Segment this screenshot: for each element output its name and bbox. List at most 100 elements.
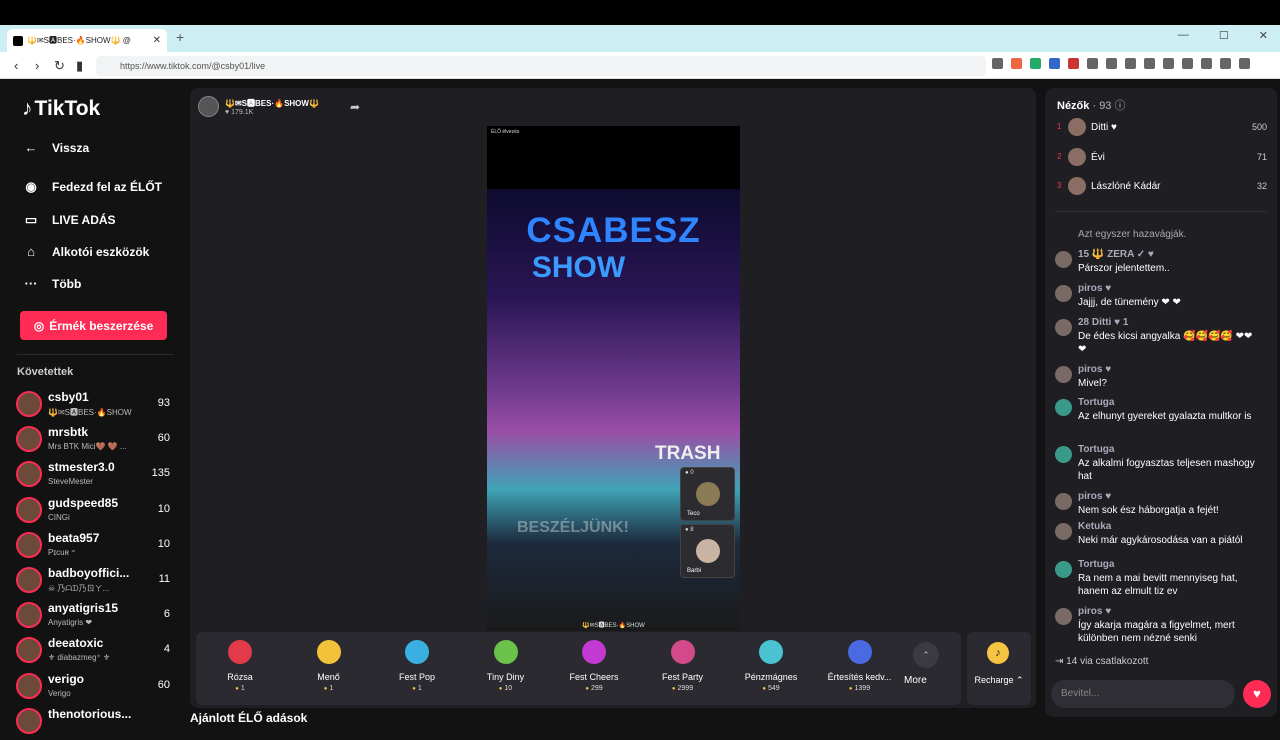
- chat-text: Az elhunyt gyereket gyalazta multkor is: [1078, 411, 1252, 422]
- guest-tile[interactable]: ● 8 Barbi: [680, 524, 735, 578]
- more-gifts-button[interactable]: ⌃: [913, 642, 939, 668]
- gift-icon: [582, 640, 606, 664]
- top-viewer-row[interactable]: 3 Lászlóné Kádár 32: [1057, 175, 1267, 197]
- following-name: gudspeed85: [48, 495, 119, 510]
- following-item[interactable]: csby01 🔱✉S🅰BES·🔥SHOW 93: [16, 389, 174, 423]
- extension-icon[interactable]: [1106, 58, 1117, 69]
- live-stage: 🔱✉S🅰BES·🔥SHOW🔱 ♥ 179.1K ➦ ÉLŐ élvezés CS…: [190, 88, 1036, 708]
- gift-icon: [228, 640, 252, 664]
- viewers-count: · 93: [1092, 100, 1112, 112]
- gift-icon: [847, 640, 872, 664]
- info-icon[interactable]: ⓘ: [1115, 100, 1126, 112]
- gift-item[interactable]: Rózsa 1: [196, 632, 284, 705]
- new-tab-button[interactable]: +: [176, 29, 184, 45]
- guest-count-value: 8: [690, 527, 694, 533]
- chat-input[interactable]: Bevitel...: [1051, 680, 1235, 708]
- get-coins-button[interactable]: ◎ Érmék beszerzése: [20, 311, 167, 340]
- rank: 1: [1057, 122, 1062, 131]
- following-item[interactable]: mrsbtk Mrs BTK Mici🤎 🤎 ... 60: [16, 424, 174, 458]
- chat-username: Tortuga: [1078, 397, 1115, 408]
- extension-icon[interactable]: [1125, 58, 1136, 69]
- forward-icon[interactable]: ›: [35, 58, 39, 73]
- sidebar-icon[interactable]: [1182, 58, 1193, 69]
- gift-icon: [493, 640, 518, 664]
- following-item[interactable]: gudspeed85 CINGi 10: [16, 495, 174, 529]
- close-tab-icon[interactable]: ✕: [153, 35, 161, 46]
- following-item[interactable]: stmester3.0 SteveMester 135: [16, 459, 174, 493]
- following-name: beata957: [48, 530, 100, 545]
- gift-item[interactable]: Fest Pop 1: [373, 632, 461, 705]
- recharge-button[interactable]: ♪ Recharge ⌃: [967, 632, 1031, 705]
- gift-item[interactable]: Fest Cheers 299: [550, 632, 638, 705]
- minimize-icon[interactable]: —: [1178, 29, 1189, 42]
- gift-item[interactable]: Tiny Diny 10: [462, 632, 550, 705]
- top-viewer-row[interactable]: 1 Ditti ♥ 500: [1057, 116, 1267, 138]
- avatar: [1068, 118, 1086, 136]
- like-heart-button[interactable]: ♥: [1243, 680, 1271, 708]
- following-item[interactable]: deeatoxic ⚜ diabazmeg⁺ ⚜ 4: [16, 635, 174, 669]
- menu-creator-tools[interactable]: ⌂ Alkotói eszközök: [22, 244, 149, 259]
- following-item[interactable]: beata957 Pɪcuʀ ⁼ 10: [16, 530, 174, 564]
- gift-price: 1: [196, 685, 284, 692]
- following-item[interactable]: thenotorious...: [16, 706, 174, 740]
- back-icon[interactable]: ‹: [14, 58, 18, 73]
- translate-icon[interactable]: [1049, 58, 1060, 69]
- viewer-count: 135: [151, 467, 170, 480]
- top-viewer-row[interactable]: 2 Évi 71: [1057, 146, 1267, 168]
- avatar: [16, 672, 42, 699]
- host-likes-value: 179.1K: [231, 108, 254, 116]
- viewer-score: 500: [1251, 122, 1267, 132]
- extension-icon[interactable]: [1068, 58, 1079, 69]
- bookmark-icon[interactable]: ▮: [76, 58, 83, 74]
- following-name: badboyoffici...: [48, 566, 130, 580]
- vpn-icon[interactable]: [1220, 58, 1231, 69]
- host-info[interactable]: 🔱✉S🅰BES·🔥SHOW🔱 ♥ 179.1K: [198, 96, 319, 117]
- gift-icon: [316, 640, 341, 664]
- following-subtitle: Pɪcuʀ ⁼: [48, 547, 76, 557]
- back-link[interactable]: ← Vissza: [22, 140, 90, 155]
- coin-icon: ◎: [33, 318, 45, 333]
- close-window-icon[interactable]: ✕: [1259, 29, 1268, 42]
- menu-live-broadcast[interactable]: ▭ LIVE ADÁS: [22, 212, 116, 228]
- gift-price: 1: [373, 685, 461, 692]
- extension-icon[interactable]: [1030, 58, 1041, 69]
- share-icon[interactable]: ➦: [350, 100, 360, 114]
- reload-icon[interactable]: ↻: [54, 58, 65, 74]
- brave-shield-icon[interactable]: [1011, 58, 1022, 69]
- gift-item[interactable]: Menő 1: [285, 632, 373, 705]
- following-item[interactable]: badboyoffici... ☠ 乃ᗩᗪ乃ㄖㄚ... 11: [16, 565, 174, 599]
- gift-name: Fest Cheers: [569, 672, 619, 682]
- avatar: [16, 391, 42, 417]
- viewer-name: Ditti ♥: [1091, 122, 1117, 133]
- following-item[interactable]: anyatigris15 Anyatigris ❤ 6: [16, 600, 174, 634]
- avatar: [1055, 285, 1072, 302]
- following-name: deeatoxic: [48, 636, 104, 651]
- chat-username: piros ♥: [1078, 283, 1112, 294]
- guest-tile[interactable]: ● 0 Teco: [680, 467, 735, 521]
- tiktok-logo[interactable]: ♪ TikTok: [22, 97, 100, 121]
- extension-icon[interactable]: [1087, 58, 1098, 69]
- host-avatar[interactable]: [198, 96, 219, 117]
- menu-explore-live[interactable]: ◉ Fedezd fel az ÉLŐT: [22, 179, 162, 195]
- gift-item[interactable]: Fest Party 2999: [639, 632, 727, 705]
- avatar: [16, 426, 42, 453]
- menu-label: LIVE ADÁS: [52, 213, 116, 227]
- extension-icon[interactable]: [992, 58, 1003, 69]
- gift-item[interactable]: Értesítés kedv... 1399: [816, 632, 904, 705]
- menu-label: Fedezd fel az ÉLŐT: [52, 180, 163, 194]
- tiktok-coin-icon: ♪: [987, 642, 1009, 664]
- menu-icon[interactable]: [1239, 58, 1250, 69]
- url-field[interactable]: https://www.tiktok.com/@csby01/live: [96, 56, 986, 76]
- gift-item[interactable]: Pénzmágnes 549: [727, 632, 815, 705]
- viewer-count: 11: [158, 573, 170, 585]
- live-video[interactable]: ÉLŐ élvezés CSABESZ SHOW TRASH BESZÉLJÜN…: [487, 126, 740, 631]
- avatar-icon: ◉: [25, 179, 37, 194]
- dots-icon: ···: [24, 276, 38, 291]
- maximize-icon[interactable]: ☐: [1219, 29, 1229, 42]
- following-item[interactable]: verigo Verigo 60: [16, 671, 174, 705]
- menu-more[interactable]: ··· Több: [22, 276, 82, 291]
- download-icon[interactable]: [1144, 58, 1155, 69]
- wallet-icon[interactable]: [1201, 58, 1212, 69]
- music-icon[interactable]: [1163, 58, 1174, 69]
- browser-tab[interactable]: 🔱✉S🅰BES·🔥SHOW🔱 @ ✕: [7, 29, 167, 52]
